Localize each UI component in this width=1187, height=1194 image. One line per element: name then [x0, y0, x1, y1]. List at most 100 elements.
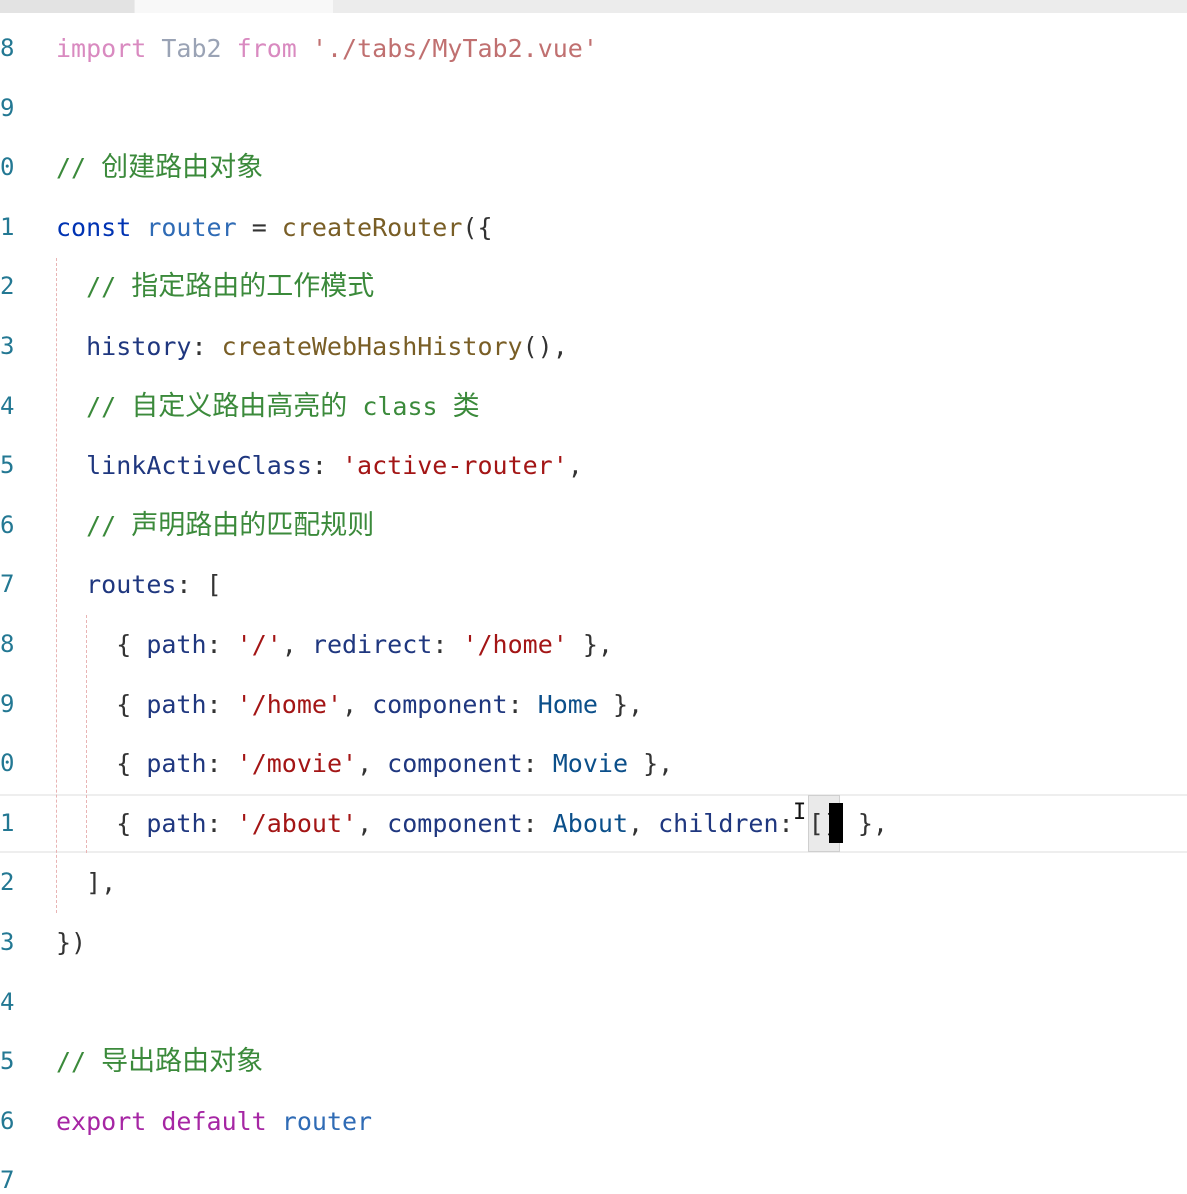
code-token: :	[206, 808, 237, 838]
code-token: ],	[56, 868, 117, 898]
code-token: {	[56, 808, 147, 838]
code-line[interactable]: 3})	[0, 913, 1187, 973]
code-token: children	[658, 808, 779, 838]
code-token: ,	[628, 808, 659, 838]
code-token: import	[56, 34, 147, 63]
code-token: export	[56, 1106, 147, 1136]
line-number[interactable]: 9	[0, 79, 40, 139]
code-line[interactable]: 7 routes: [	[0, 555, 1187, 615]
line-code[interactable]: routes: [	[56, 555, 222, 615]
code-line[interactable]: 1 { path: '/about', component: About, ch…	[0, 793, 1187, 854]
line-number[interactable]: 4	[0, 973, 40, 1033]
code-line[interactable]: 9 { path: '/home', component: Home },	[0, 675, 1187, 735]
code-line[interactable]: 5 // 导出路由对象	[0, 1032, 1187, 1092]
code-line[interactable]: 9	[0, 79, 1187, 139]
line-number[interactable]: 5	[0, 436, 40, 496]
code-token: : [	[176, 570, 222, 600]
editor-tab-active[interactable]	[135, 0, 333, 13]
code-token: router	[146, 212, 237, 242]
code-token: const	[56, 212, 132, 242]
line-number[interactable]: 0	[0, 138, 40, 198]
line-code[interactable]: { path: '/home', component: Home },	[56, 675, 643, 735]
code-line[interactable]: 8 import Tab2 from './tabs/MyTab2.vue'	[0, 19, 1187, 79]
line-number[interactable]: 8	[0, 615, 40, 675]
code-line[interactable]: 0 // 创建路由对象	[0, 138, 1187, 198]
line-code[interactable]: // 声明路由的匹配规则	[56, 496, 374, 556]
line-code[interactable]: // 指定路由的工作模式	[56, 257, 374, 317]
indent-guide-inner	[86, 615, 87, 853]
line-number[interactable]: 1	[0, 198, 40, 258]
code-token: :	[206, 749, 237, 779]
code-token: '/'	[236, 630, 282, 659]
line-number[interactable]: 2	[0, 257, 40, 317]
code-token: from	[236, 34, 297, 63]
line-number[interactable]: 9	[0, 675, 40, 735]
code-token: :	[432, 630, 463, 659]
code-token: class	[347, 391, 453, 421]
code-token: 创建路由对象	[101, 152, 264, 184]
line-number[interactable]: 7	[0, 555, 40, 615]
line-number[interactable]: 6	[0, 1092, 40, 1152]
code-token: 导出路由对象	[101, 1046, 264, 1078]
line-number[interactable]: 1	[0, 796, 40, 852]
code-token: '/home'	[462, 630, 568, 659]
line-code[interactable]: ],	[56, 853, 116, 913]
code-token: //	[56, 153, 102, 183]
code-line[interactable]: 7	[0, 1151, 1187, 1194]
code-line[interactable]: 2 ],	[0, 853, 1187, 913]
code-token: },	[567, 630, 613, 659]
code-line[interactable]: 1 const router = createRouter({	[0, 198, 1187, 258]
code-token: :	[206, 630, 237, 659]
code-token: 声明路由的匹配规则	[131, 509, 375, 541]
i-beam-cursor-icon: I	[793, 800, 807, 825]
line-code[interactable]: { path: '/', redirect: '/home' },	[56, 615, 613, 675]
code-token: //	[56, 510, 132, 540]
line-code[interactable]: history: createWebHashHistory(),	[56, 317, 568, 377]
line-code[interactable]: // 自定义路由高亮的 class 类	[56, 377, 480, 437]
line-code[interactable]: { path: '/about', component: About, chil…	[56, 794, 888, 853]
line-code[interactable]: const router = createRouter({	[56, 198, 493, 258]
line-code[interactable]: { path: '/movie', component: Movie },	[56, 734, 673, 794]
code-line[interactable]: 3 history: createWebHashHistory(),	[0, 317, 1187, 377]
code-token: ,	[357, 808, 388, 838]
code-line[interactable]: 6 // 声明路由的匹配规则	[0, 496, 1187, 556]
editor-tab-bar	[0, 0, 1187, 13]
line-code[interactable]: })	[56, 913, 86, 973]
line-code[interactable]: linkActiveClass: 'active-router',	[56, 436, 583, 496]
code-token: 'active-router'	[342, 451, 568, 481]
line-number[interactable]: 8	[0, 19, 40, 79]
line-number[interactable]: 0	[0, 734, 40, 794]
line-code[interactable]: export default router	[56, 1092, 372, 1152]
code-token: //	[56, 1047, 102, 1077]
code-token: 自定义路由高亮的	[131, 390, 348, 422]
line-number[interactable]: 7	[0, 1151, 40, 1194]
line-code[interactable]: import Tab2 from './tabs/MyTab2.vue'	[56, 19, 598, 79]
line-number[interactable]: 3	[0, 913, 40, 973]
code-line[interactable]: 8 { path: '/', redirect: '/home' },	[0, 615, 1187, 675]
code-line[interactable]: 2 // 指定路由的工作模式	[0, 257, 1187, 317]
line-code[interactable]: // 导出路由对象	[56, 1032, 263, 1092]
code-token: 类	[452, 390, 480, 422]
code-token: history	[86, 332, 192, 361]
code-token: :	[191, 332, 222, 361]
code-line[interactable]: 5 linkActiveClass: 'active-router',	[0, 436, 1187, 496]
code-line[interactable]: 0 { path: '/movie', component: Movie },	[0, 734, 1187, 794]
line-number[interactable]: 6	[0, 496, 40, 556]
code-token: :	[507, 689, 538, 719]
line-number[interactable]: 3	[0, 317, 40, 377]
code-token: router	[281, 1106, 373, 1136]
line-number[interactable]: 4	[0, 377, 40, 437]
code-line[interactable]: 4	[0, 973, 1187, 1033]
line-number[interactable]: 2	[0, 853, 40, 913]
editor-tab-inactive[interactable]	[0, 0, 134, 13]
code-editor[interactable]: 8 import Tab2 from './tabs/MyTab2.vue' 9 0/…	[0, 0, 1187, 1194]
code-line[interactable]: 4 // 自定义路由高亮的 class 类	[0, 377, 1187, 437]
line-number[interactable]: 5	[0, 1032, 40, 1092]
line-code[interactable]: // 创建路由对象	[56, 138, 263, 198]
code-line[interactable]: 6 export default router	[0, 1092, 1187, 1152]
